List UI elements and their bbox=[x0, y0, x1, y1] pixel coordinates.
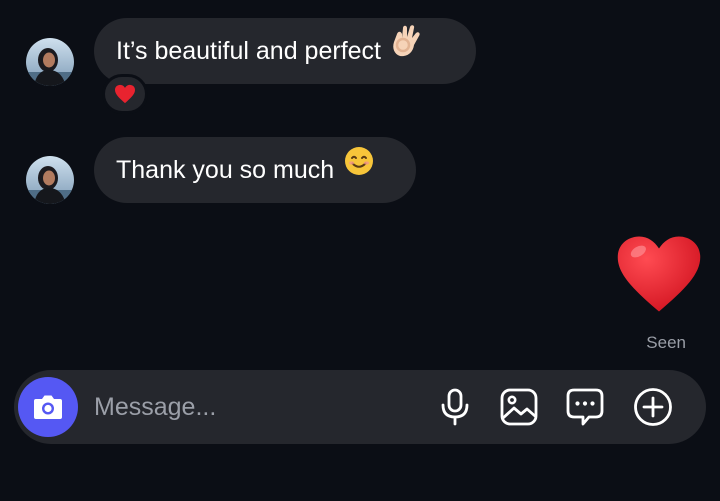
sticker-chat-icon bbox=[566, 388, 604, 426]
sender-avatar[interactable] bbox=[26, 38, 74, 86]
message-bubble-received[interactable]: It’s beautiful and perfect bbox=[94, 18, 476, 84]
smiling-face-emoji bbox=[344, 135, 374, 201]
sender-avatar[interactable] bbox=[26, 156, 74, 204]
message-reaction[interactable] bbox=[102, 74, 148, 114]
gallery-icon bbox=[500, 388, 538, 426]
seen-status: Seen bbox=[646, 333, 686, 352]
camera-icon bbox=[34, 395, 62, 419]
sent-heart-message[interactable] bbox=[614, 232, 704, 321]
ok-hand-emoji bbox=[391, 16, 421, 82]
red-heart-emoji bbox=[115, 84, 135, 104]
voice-message-button[interactable] bbox=[434, 386, 476, 428]
red-heart-emoji bbox=[617, 236, 701, 312]
avatar-photo bbox=[26, 38, 74, 86]
microphone-icon bbox=[441, 388, 469, 426]
avatar-photo bbox=[26, 156, 74, 204]
message-composer bbox=[14, 370, 706, 444]
gallery-button[interactable] bbox=[498, 386, 540, 428]
plus-circle-icon bbox=[634, 388, 672, 426]
message-text: It’s beautiful and perfect bbox=[116, 37, 381, 65]
message-input[interactable] bbox=[94, 370, 424, 444]
more-options-button[interactable] bbox=[632, 386, 674, 428]
chat-screen: It’s beautiful and perfect Thank you so … bbox=[0, 0, 720, 501]
camera-button[interactable] bbox=[18, 377, 78, 437]
message-bubble-received[interactable]: Thank you so much bbox=[94, 137, 416, 203]
sticker-button[interactable] bbox=[564, 386, 606, 428]
message-text: Thank you so much bbox=[116, 156, 335, 184]
